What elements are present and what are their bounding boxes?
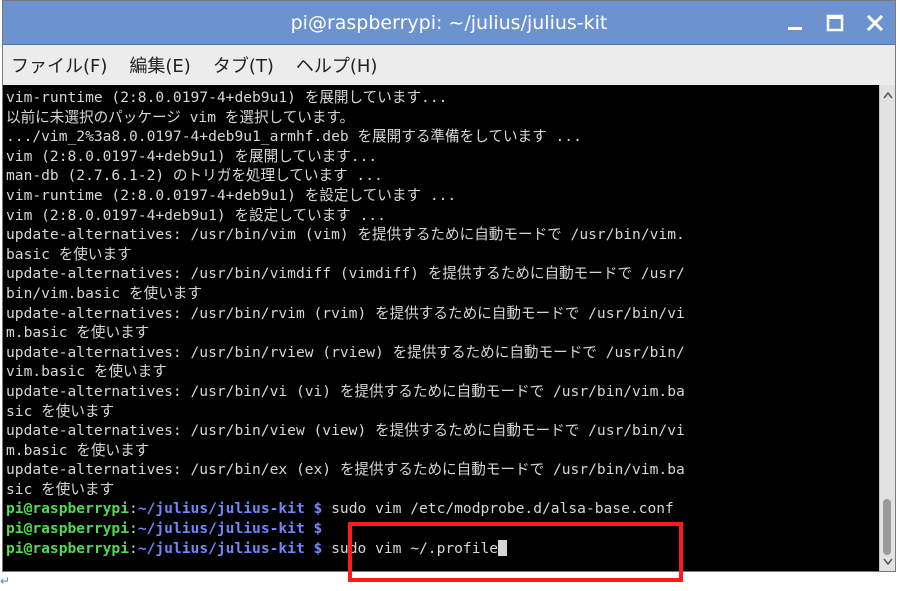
output-line: update-alternatives: /usr/bin/vimdiff (v… [6, 265, 685, 283]
output-line: update-alternatives: /usr/bin/vim (vim) … [6, 226, 685, 244]
command-text: sudo vim ~/.profile [331, 539, 499, 557]
output-line: vim (2:8.0.0197-4+deb9u1) を設定しています ... [6, 206, 386, 224]
minimize-button[interactable] [775, 1, 815, 45]
scroll-down-button[interactable] [880, 554, 895, 569]
maximize-icon [826, 14, 844, 32]
close-button[interactable] [855, 1, 895, 45]
prompt-dollar: $ [313, 539, 323, 557]
prompt-line-current[interactable]: pi@raspberrypi:~/julius/julius-kit $ sud… [6, 539, 879, 559]
prompt-colon: : [129, 520, 138, 538]
output-line: update-alternatives: /usr/bin/vi (vi) を提… [6, 382, 685, 400]
scroll-up-button[interactable] [880, 87, 895, 102]
output-line: sic を使います [6, 402, 115, 420]
output-line: update-alternatives: /usr/bin/ex (ex) を提… [6, 461, 685, 479]
prompt-user: pi@raspberrypi [6, 500, 130, 518]
prompt-dollar: $ [313, 500, 323, 518]
command-text: sudo vim /etc/modprobe.d/alsa-base.conf [331, 500, 674, 518]
output-line: man-db (2.7.6.1-2) のトリガを処理しています ... [6, 167, 383, 185]
terminal-area[interactable]: vim-runtime (2:8.0.0197-4+deb9u1) を展開してい… [3, 85, 879, 571]
output-line: basic を使います [6, 245, 132, 263]
maximize-button[interactable] [815, 1, 855, 45]
window-controls [775, 1, 895, 45]
prompt-path: ~/julius/julius-kit [137, 520, 305, 538]
output-line: vim-runtime (2:8.0.0197-4+deb9u1) を設定してい… [6, 186, 457, 204]
return-mark-icon: ↵ [0, 574, 11, 588]
window-title: pi@raspberrypi: ~/julius/julius-kit [290, 12, 608, 34]
output-line: vim-runtime (2:8.0.0197-4+deb9u1) を展開してい… [6, 89, 448, 106]
prompt-user: pi@raspberrypi [6, 520, 130, 538]
minimize-icon [788, 27, 802, 30]
scroll-down-icon [882, 558, 893, 565]
output-line: update-alternatives: /usr/bin/rview (rvi… [6, 343, 685, 361]
menu-bar: ファイル(F) 編集(E) タブ(T) ヘルプ(H) [3, 45, 895, 85]
text-cursor [498, 539, 508, 556]
prompt-path: ~/julius/julius-kit [137, 539, 305, 557]
vertical-scrollbar[interactable] [879, 85, 895, 571]
output-line: update-alternatives: /usr/bin/view (view… [6, 422, 685, 440]
scroll-up-icon [882, 91, 893, 98]
prompt-user: pi@raspberrypi [6, 539, 130, 557]
prompt-line: pi@raspberrypi:~/julius/julius-kit $ sud… [6, 499, 879, 519]
prompt-dollar: $ [313, 520, 323, 538]
prompt-colon: : [129, 500, 138, 518]
menu-tabs[interactable]: タブ(T) [213, 52, 274, 78]
menu-file[interactable]: ファイル(F) [11, 52, 107, 78]
output-line: update-alternatives: /usr/bin/rvim (rvim… [6, 304, 685, 322]
prompt-colon: : [129, 539, 138, 557]
output-line: m.basic を使います [6, 324, 150, 342]
output-line: vim (2:8.0.0197-4+deb9u1) を展開しています... [6, 147, 378, 165]
prompt-path: ~/julius/julius-kit [137, 500, 305, 518]
output-line: m.basic を使います [6, 441, 150, 459]
terminal-output: vim-runtime (2:8.0.0197-4+deb9u1) を展開してい… [6, 88, 879, 558]
prompt-line: pi@raspberrypi:~/julius/julius-kit $ [6, 519, 879, 539]
output-line: bin/vim.basic を使います [6, 284, 202, 302]
title-bar[interactable]: pi@raspberrypi: ~/julius/julius-kit [3, 1, 895, 45]
terminal-window: pi@raspberrypi: ~/julius/julius-kit ファイル… [2, 0, 896, 572]
output-line: 以前に未選択のパッケージ vim を選択しています。 [6, 108, 355, 126]
menu-help[interactable]: ヘルプ(H) [296, 52, 378, 78]
scrollbar-thumb[interactable] [883, 499, 891, 555]
output-line: sic を使います [6, 480, 115, 498]
output-line: .../vim_2%3a8.0.0197-4+deb9u1_armhf.deb … [6, 128, 582, 146]
menu-edit[interactable]: 編集(E) [129, 52, 190, 78]
close-icon [866, 14, 884, 32]
output-line: vim.basic を使います [6, 363, 167, 381]
